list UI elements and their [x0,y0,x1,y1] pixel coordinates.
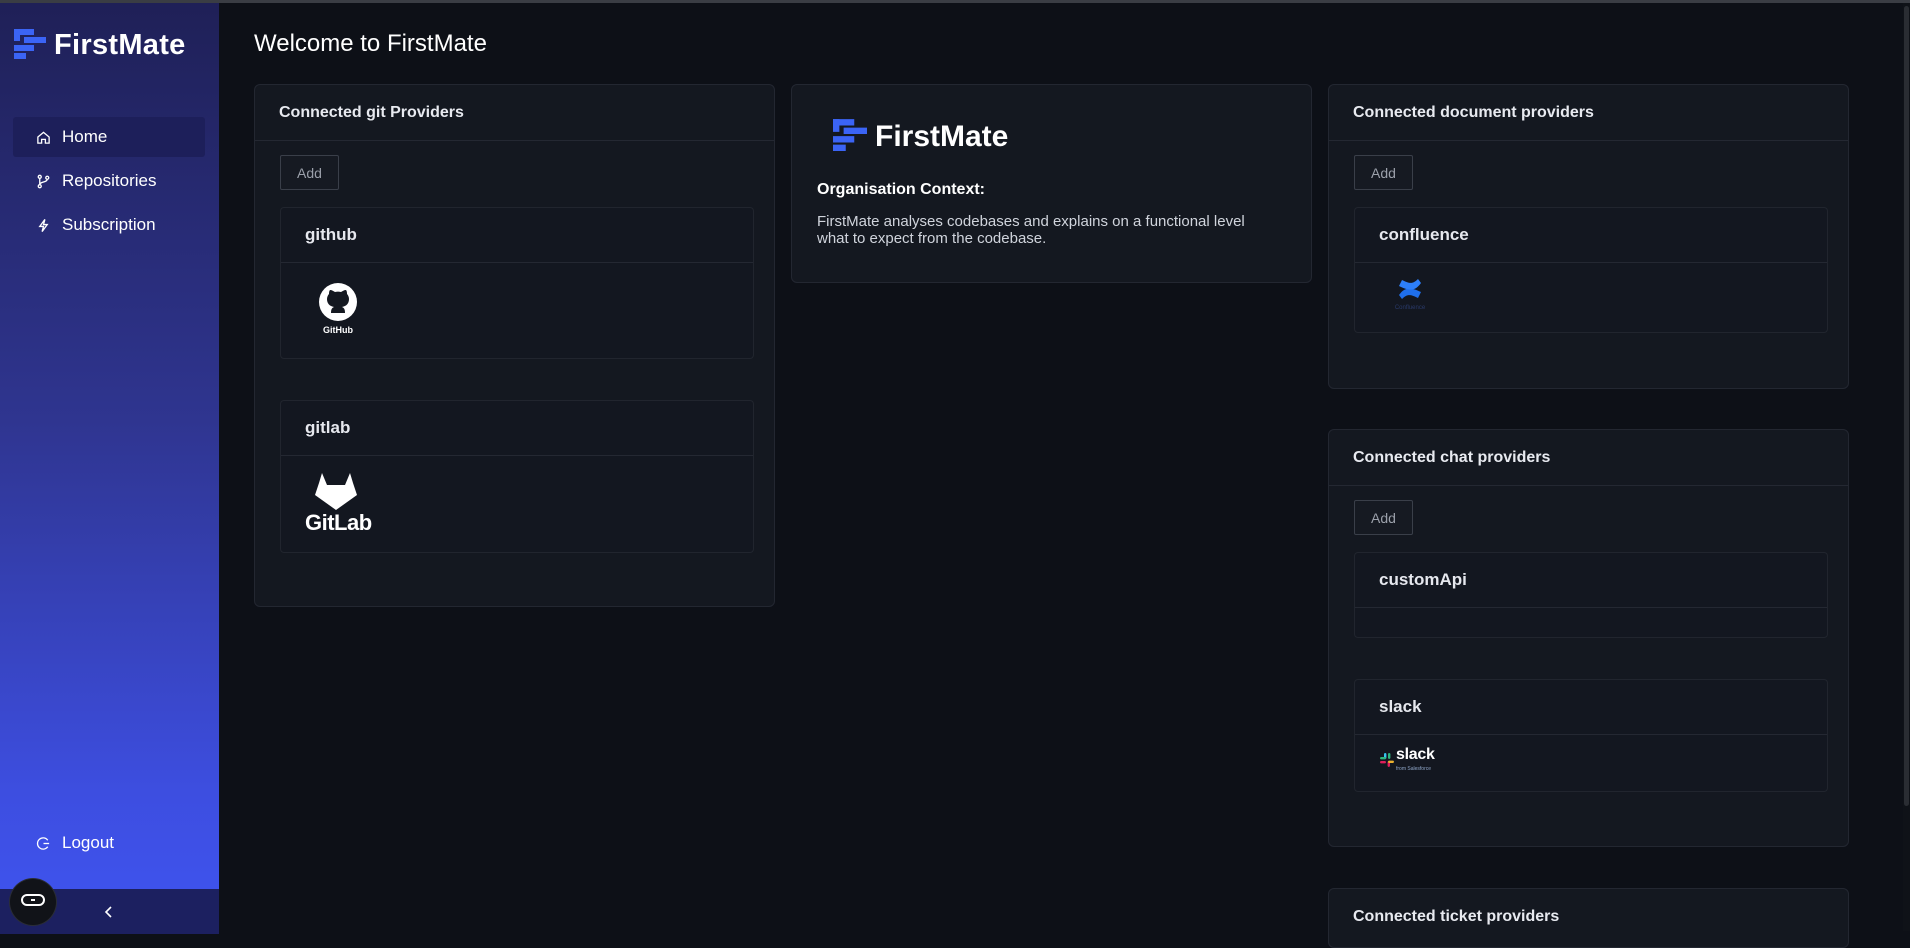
add-document-provider-button[interactable]: Add [1354,155,1413,190]
provider-logo-area: Confluence [1355,264,1827,332]
provider-card-customapi[interactable]: customApi [1354,552,1828,638]
logout-area: Logout [13,823,205,867]
card-title: Connected chat providers [1329,430,1848,486]
gitlab-logo: GitLab [305,471,372,536]
provider-logo-area: slack from Salesforce [1355,736,1827,791]
main-nav: Home Repositories Subscription [13,117,205,249]
context-brand-name: FirstMate [875,119,1009,153]
context-brand-logo: FirstMate [833,117,1008,156]
sidebar-item-subscription[interactable]: Subscription [13,205,205,245]
provider-logo-area: GitHub [281,264,753,358]
provider-logo-area: GitLab [281,457,753,552]
firstmate-logo-icon [14,27,46,64]
github-octocat-icon [318,283,358,326]
organisation-context-card: FirstMate Organisation Context: FirstMat… [791,84,1312,283]
logout-button[interactable]: Logout [13,823,205,863]
brand-name: FirstMate [54,29,186,61]
context-description: FirstMate analyses codebases and explain… [817,213,1245,247]
gitlab-logo-caption: GitLab [305,510,372,535]
slack-hash-icon [1380,752,1394,772]
window-top-border [0,0,1910,3]
scrollbar-thumb[interactable] [1904,6,1909,806]
provider-name: confluence [1355,208,1827,263]
firstmate-logo-icon [833,117,867,156]
sidebar-item-repositories[interactable]: Repositories [13,161,205,201]
provider-name: slack [1355,680,1827,735]
logout-label: Logout [62,833,114,852]
collapse-sidebar-button[interactable] [98,901,120,923]
sidebar-item-label: Subscription [62,215,156,234]
bolt-icon [35,217,51,233]
brand-logo[interactable]: FirstMate [14,27,186,64]
card-title: Connected document providers [1329,85,1848,141]
context-heading: Organisation Context: [817,181,986,198]
slack-logo: slack from Salesforce [1380,746,1435,774]
card-title: Connected ticket providers [1353,908,1560,925]
chevron-left-icon [98,906,120,927]
provider-card-gitlab[interactable]: gitlab GitLab [280,400,754,553]
confluence-logo-caption: Confluence [1394,305,1426,311]
add-git-provider-button[interactable]: Add [280,155,339,190]
provider-name: github [281,208,753,263]
home-icon [35,129,51,145]
page-title: Welcome to FirstMate [254,30,487,57]
slack-logo-caption: slack [1396,746,1435,763]
provider-card-slack[interactable]: slack slack from Salesforce [1354,679,1828,792]
slack-wordmark: slack from Salesforce [1396,746,1435,774]
sidebar-item-label: Home [62,127,108,146]
document-providers-card: Connected document providers Add conflue… [1328,84,1849,389]
github-logo-caption: GitHub [323,325,353,335]
provider-name: customApi [1355,553,1827,608]
provider-card-github[interactable]: github GitHub [280,207,754,359]
card-title: Connected git Providers [255,85,774,141]
ticket-providers-card: Connected ticket providers [1328,888,1849,948]
logout-icon [35,835,51,851]
confluence-icon [1397,279,1423,306]
sidebar-item-label: Repositories [62,171,157,190]
glasses-icon [20,892,46,913]
sidebar: FirstMate Home Repositories Subscription… [0,3,219,934]
sidebar-item-home[interactable]: Home [13,117,205,157]
confluence-logo: Confluence [1385,276,1435,311]
branch-icon [35,173,51,189]
git-providers-card: Connected git Providers Add github GitHu… [254,84,775,607]
provider-card-confluence[interactable]: confluence Confluence [1354,207,1828,333]
github-logo: GitHub [317,282,359,335]
slack-logo-subcaption: from Salesforce [1396,766,1432,772]
provider-name: gitlab [281,401,753,456]
chat-providers-card: Connected chat providers Add customApi s… [1328,429,1849,847]
add-chat-provider-button[interactable]: Add [1354,500,1413,535]
accessibility-toggle-button[interactable] [10,879,56,925]
